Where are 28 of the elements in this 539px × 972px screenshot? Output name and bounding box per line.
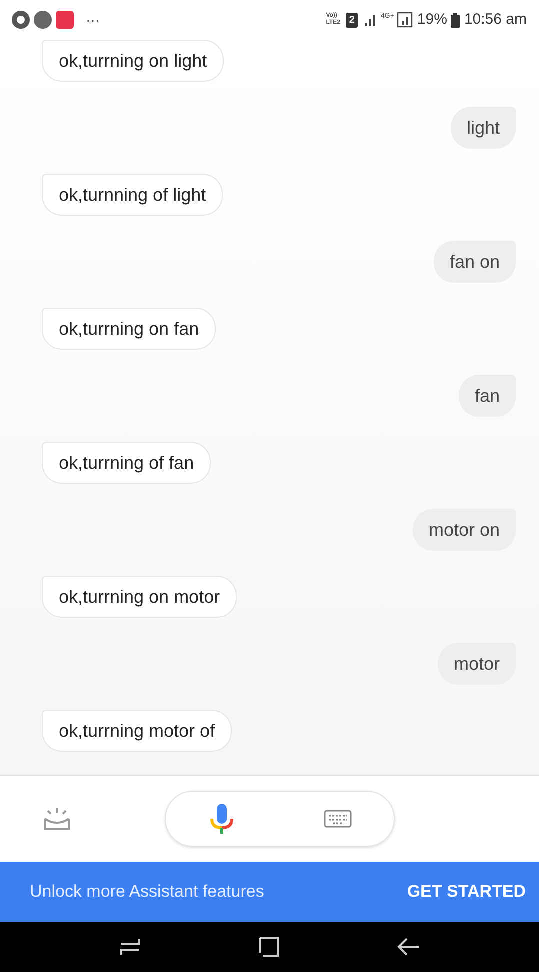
microphone-icon[interactable]: [208, 802, 236, 836]
signal-icon: [364, 13, 378, 27]
home-icon[interactable]: [258, 936, 280, 958]
keyboard-icon[interactable]: [324, 810, 352, 828]
app-icon: [56, 11, 74, 29]
user-message: motor on: [412, 509, 516, 551]
back-icon[interactable]: [396, 937, 420, 957]
user-message: motor: [438, 643, 516, 685]
assistant-message: ok,turrning on fan: [42, 308, 216, 350]
more-indicator: ···: [86, 10, 100, 30]
clock: 10:56 am: [464, 10, 527, 30]
assistant-message: ok,turrning on light: [42, 40, 224, 82]
assistant-message: ok,turnning of light: [42, 174, 224, 216]
banner-text: Unlock more Assistant features: [30, 881, 264, 904]
signal-icon: [397, 12, 414, 28]
user-message: fan on: [434, 241, 516, 283]
recent-apps-icon[interactable]: [118, 937, 140, 957]
assistant-message: ok,turrning motor of: [42, 710, 232, 752]
assistant-message: ok,turrning on motor: [42, 576, 238, 618]
explore-icon[interactable]: [43, 807, 71, 831]
ring-icon: [12, 11, 30, 29]
battery-percent: 19%: [417, 10, 448, 30]
battery-icon: [451, 12, 460, 28]
user-message: light: [450, 107, 516, 149]
get-started-button[interactable]: GET STARTED: [407, 879, 526, 905]
user-message: fan: [458, 375, 516, 417]
assistant-message: ok,turrning of fan: [42, 442, 212, 484]
sim-label: 2: [346, 12, 358, 28]
